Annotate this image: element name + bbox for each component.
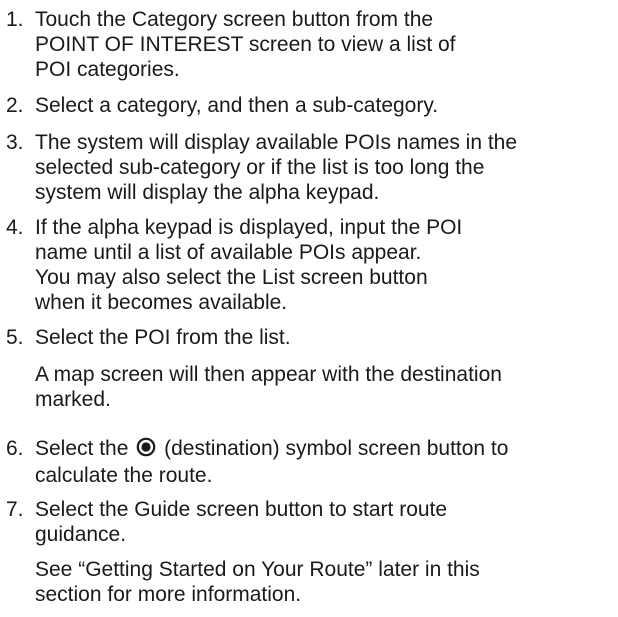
step-text-line: when it becomes available. (35, 291, 288, 314)
step-text-line: system will display the alpha keypad. (35, 181, 380, 204)
step-7: 7. Select the Guide screen button to sta… (0, 497, 480, 607)
step-1: 1. Touch the Category screen button from… (0, 7, 456, 82)
step-text-line: name until a list of available POIs appe… (35, 241, 422, 264)
step-5: 5. Select the POI from the list. A map s… (0, 325, 502, 412)
step-number: 2. (6, 94, 24, 117)
step-note-line: section for more information. (35, 583, 302, 606)
step-text-line: selected sub-category or if the list is … (35, 156, 485, 179)
step-number: 1. (6, 8, 24, 31)
step-text-line: Select the Guide screen button to start … (35, 498, 448, 521)
destination-symbol-icon (136, 437, 156, 463)
step-number: 7. (6, 498, 24, 521)
step-text-line: If the alpha keypad is displayed, input … (35, 216, 463, 239)
step-text-line: The system will display available POIs n… (35, 131, 518, 154)
step-number: 6. (6, 437, 24, 460)
step-number: 3. (6, 131, 24, 154)
step-note-line: A map screen will then appear with the d… (35, 363, 502, 386)
step-number: 5. (6, 326, 24, 349)
step-text-line: Select the POI from the list. (35, 326, 291, 349)
step-text-line: POI categories. (35, 58, 180, 81)
step-3: 3. The system will display available POI… (0, 130, 517, 205)
step-text-line: Touch the Category screen button from th… (35, 8, 434, 31)
step-text-line: You may also select the List screen butt… (35, 266, 428, 289)
step-text-fragment: Select the (35, 437, 129, 460)
step-text-line: Select a category, and then a sub-catego… (35, 94, 439, 117)
step-text-line: calculate the route. (35, 464, 213, 487)
step-text-line: POINT OF INTEREST screen to view a list … (35, 33, 456, 56)
step-4: 4. If the alpha keypad is displayed, inp… (0, 215, 462, 315)
step-note-line: See “Getting Started on Your Route” late… (35, 558, 480, 581)
step-number: 4. (6, 216, 24, 239)
step-2: 2. Select a category, and then a sub-cat… (0, 93, 438, 118)
step-note-line: marked. (35, 388, 111, 411)
manual-page: { "steps": [ { "number": "1.", "lines": … (0, 0, 618, 617)
step-text-fragment: (destination) symbol screen button to (164, 437, 509, 460)
step-6: 6. Select the (destination) symbol scree… (0, 436, 508, 488)
step-text-line: Select the (destination) symbol screen b… (35, 436, 508, 463)
step-text-line: guidance. (35, 523, 127, 546)
